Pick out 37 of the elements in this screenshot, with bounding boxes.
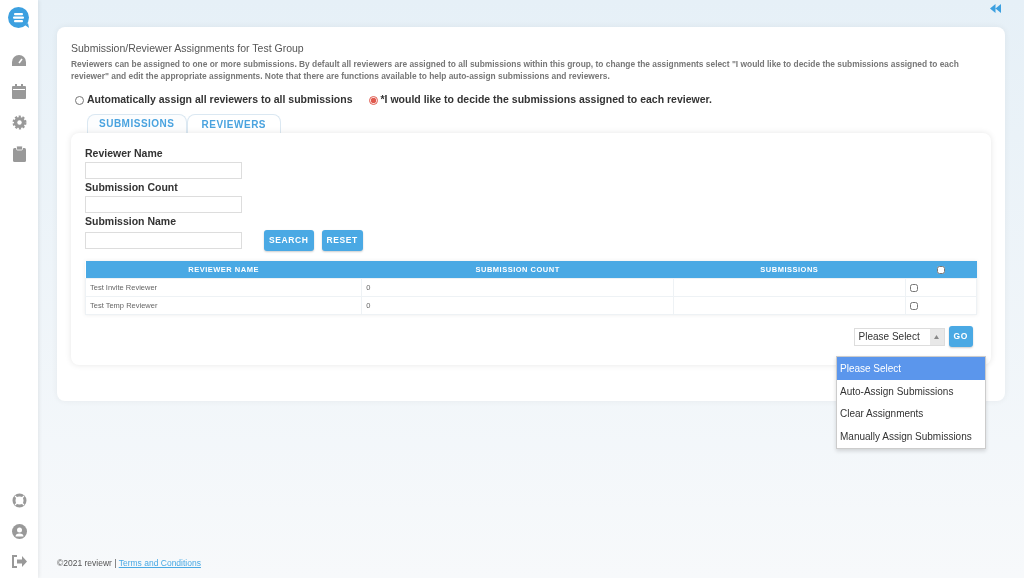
- clipboard-icon[interactable]: [12, 146, 26, 162]
- reset-button[interactable]: RESET: [321, 230, 363, 251]
- dropdown-option[interactable]: Manually Assign Submissions: [837, 425, 985, 448]
- radio-label: *I would like to decide the submissions assigned to each reviewer.: [380, 92, 712, 108]
- dropdown-option[interactable]: Auto-Assign Submissions: [837, 379, 985, 403]
- radio-button[interactable]: [368, 95, 378, 105]
- dropdown-option[interactable]: Please Select: [837, 357, 985, 380]
- input-field[interactable]: [85, 162, 242, 180]
- field-label: Submission Name: [85, 215, 178, 229]
- user-icon[interactable]: [11, 524, 27, 539]
- logo-icon[interactable]: [7, 6, 31, 30]
- input-field[interactable]: [85, 196, 242, 214]
- tab[interactable]: REVIEWERS: [186, 114, 282, 134]
- logout-icon[interactable]: [11, 555, 27, 568]
- field-label: Reviewer Name: [85, 147, 164, 161]
- radio-label: Automatically assign all reviewers to all submissions: [87, 92, 353, 108]
- collapse-icon[interactable]: [990, 4, 1001, 13]
- search-button[interactable]: SEARCH: [264, 230, 314, 251]
- copyright-text: ©2021 reviewr |: [57, 558, 118, 568]
- field-label: Submission Count: [85, 181, 179, 195]
- select-all-checkbox[interactable]: [936, 265, 945, 274]
- tab[interactable]: SUBMISSIONS: [87, 114, 187, 134]
- page-title: Submission/Reviewer Assignments for Test Group: [71, 41, 305, 56]
- row-checkbox[interactable]: [909, 302, 918, 311]
- caret-icon: [934, 334, 940, 339]
- lifebuoy-icon[interactable]: [11, 493, 27, 508]
- radio-button[interactable]: [75, 95, 84, 105]
- settings-icon[interactable]: [11, 115, 27, 130]
- terms-link[interactable]: Terms and Conditions: [118, 558, 201, 568]
- input-field[interactable]: [85, 231, 242, 249]
- action-select[interactable]: Please Select: [853, 327, 945, 346]
- calendar-icon[interactable]: [12, 84, 26, 99]
- dashboard-icon[interactable]: [11, 54, 27, 68]
- row-checkbox[interactable]: [909, 284, 918, 293]
- go-button[interactable]: GO: [948, 326, 973, 348]
- description-text: Reviewers can be assigned to one or more submissions. By default all reviewers are assigned to all submissions within this group, to change the assignments select "I would like to decide the submissions assigned to each reviewer" and edit the appropriate assignments. Note that there are functions available to help auto-assign submissions and reviewers.: [71, 58, 960, 83]
- dropdown-option[interactable]: Clear Assignments: [837, 402, 985, 426]
